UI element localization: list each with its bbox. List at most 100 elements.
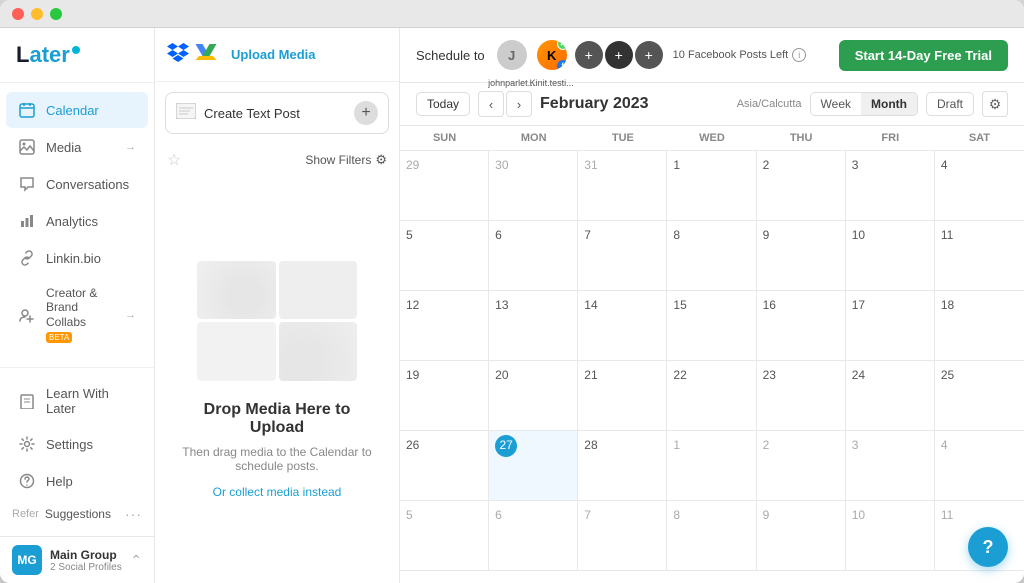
dropbox-icon[interactable]	[167, 42, 189, 67]
sidebar-item-settings[interactable]: Settings	[6, 426, 148, 462]
calendar-icon	[18, 101, 36, 119]
media-upload-area[interactable]: Drop Media Here to Upload Then drag medi…	[155, 176, 399, 583]
cal-cell-jan30[interactable]: 30	[489, 151, 578, 221]
trial-button[interactable]: Start 14-Day Free Trial	[839, 40, 1008, 71]
title-bar	[0, 0, 1024, 28]
creator-arrow: →	[125, 309, 136, 321]
cal-cell-feb21[interactable]: 21	[578, 361, 667, 431]
profile-kinit[interactable]: K f ✓ Kinit.testi...	[535, 38, 569, 72]
cal-cell-mar9[interactable]: 9	[757, 501, 846, 571]
profile-johnparlet[interactable]: J johnparlet...	[495, 38, 529, 72]
sidebar-item-creator[interactable]: Creator & BrandCollabs BETA →	[6, 277, 148, 353]
cal-cell-mar7[interactable]: 7	[578, 501, 667, 571]
draft-button[interactable]: Draft	[926, 92, 974, 116]
posts-left-text: 10 Facebook Posts Left	[673, 49, 789, 61]
minimize-button[interactable]	[31, 8, 43, 20]
suggestions-link[interactable]: Suggestions	[45, 507, 119, 521]
today-button[interactable]: Today	[416, 92, 470, 116]
cal-cell-feb20[interactable]: 20	[489, 361, 578, 431]
info-icon[interactable]: i	[792, 48, 806, 62]
add-profile-button-3[interactable]: +	[635, 41, 663, 69]
cal-cell-feb25[interactable]: 25	[935, 361, 1024, 431]
cal-cell-feb26[interactable]: 26	[400, 431, 489, 501]
cal-cell-feb11[interactable]: 11	[935, 221, 1024, 291]
maximize-button[interactable]	[50, 8, 62, 20]
cal-cell-mar10[interactable]: 10	[846, 501, 935, 571]
profile-avatar-1[interactable]: J	[495, 38, 529, 72]
add-profile-button-2[interactable]: +	[605, 41, 633, 69]
cal-cell-feb9[interactable]: 9	[757, 221, 846, 291]
create-text-post-button[interactable]: Create Text Post +	[165, 92, 389, 134]
add-profile-button-1[interactable]: +	[575, 41, 603, 69]
cal-cell-feb17[interactable]: 17	[846, 291, 935, 361]
cal-cell-feb8[interactable]: 8	[667, 221, 756, 291]
linkinbio-label: Linkin.bio	[46, 251, 101, 266]
cal-cell-feb5[interactable]: 5	[400, 221, 489, 291]
cal-cell-feb24[interactable]: 24	[846, 361, 935, 431]
sidebar-item-help[interactable]: Help	[6, 463, 148, 499]
cal-cell-feb6[interactable]: 6	[489, 221, 578, 291]
profile-avatar-2[interactable]: K f ✓	[535, 38, 569, 72]
cal-cell-feb1[interactable]: 1	[667, 151, 756, 221]
cal-cell-feb10[interactable]: 10	[846, 221, 935, 291]
gdrive-icon[interactable]	[195, 42, 217, 67]
dots-menu[interactable]: ···	[125, 506, 142, 522]
cal-cell-feb16[interactable]: 16	[757, 291, 846, 361]
cal-cell-mar3[interactable]: 3	[846, 431, 935, 501]
cal-cell-feb2[interactable]: 2	[757, 151, 846, 221]
star-icon[interactable]: ☆	[167, 150, 181, 170]
cal-cell-feb13[interactable]: 13	[489, 291, 578, 361]
create-post-label: Create Text Post	[204, 106, 346, 121]
prev-month-button[interactable]: ‹	[478, 91, 504, 117]
media-arrow: →	[125, 141, 136, 153]
cal-cell-feb12[interactable]: 12	[400, 291, 489, 361]
cal-cell-mar2[interactable]: 2	[757, 431, 846, 501]
cal-cell-feb7[interactable]: 7	[578, 221, 667, 291]
sidebar-item-linkinbio[interactable]: Linkin.bio	[6, 240, 148, 276]
schedule-to-label: Schedule to	[416, 48, 485, 63]
settings-icon	[18, 435, 36, 453]
cal-cell-mar8[interactable]: 8	[667, 501, 756, 571]
cal-cell-mar6[interactable]: 6	[489, 501, 578, 571]
footer-text: Main Group 2 Social Profiles	[50, 548, 122, 573]
sidebar-footer[interactable]: MG Main Group 2 Social Profiles ⌃	[0, 536, 154, 583]
sidebar-item-learn[interactable]: Learn With Later	[6, 377, 148, 425]
upload-media-button[interactable]: Upload Media	[231, 47, 316, 62]
suggestions-row: Refer Suggestions ···	[0, 500, 154, 528]
cal-cell-mar1[interactable]: 1	[667, 431, 756, 501]
add-post-icon[interactable]: +	[354, 101, 378, 125]
media-panel: Upload Media Create Text Post +	[155, 28, 400, 583]
calendar-settings-button[interactable]: ⚙	[982, 91, 1008, 117]
cal-cell-feb22[interactable]: 22	[667, 361, 756, 431]
cal-cell-feb18[interactable]: 18	[935, 291, 1024, 361]
cal-cell-jan31[interactable]: 31	[578, 151, 667, 221]
month-view-button[interactable]: Month	[861, 93, 917, 115]
settings-label: Settings	[46, 437, 93, 452]
help-fab-button[interactable]: ?	[968, 527, 1008, 567]
cal-cell-feb14[interactable]: 14	[578, 291, 667, 361]
sidebar-item-calendar[interactable]: Calendar	[6, 92, 148, 128]
cal-cell-feb19[interactable]: 19	[400, 361, 489, 431]
creator-icon	[18, 306, 36, 324]
sidebar-item-conversations[interactable]: Conversations	[6, 166, 148, 202]
sidebar-item-analytics[interactable]: Analytics	[6, 203, 148, 239]
close-button[interactable]	[12, 8, 24, 20]
cal-cell-jan29[interactable]: 29	[400, 151, 489, 221]
next-month-button[interactable]: ›	[506, 91, 532, 117]
cal-cell-feb4[interactable]: 4	[935, 151, 1024, 221]
sidebar-item-media[interactable]: Media →	[6, 129, 148, 165]
cal-cell-feb15[interactable]: 15	[667, 291, 756, 361]
cal-cell-mar4[interactable]: 4	[935, 431, 1024, 501]
show-filters-button[interactable]: Show Filters ⚙	[305, 152, 387, 168]
cal-cell-feb23[interactable]: 23	[757, 361, 846, 431]
day-header-thu: THU	[757, 126, 846, 151]
cal-cell-feb28[interactable]: 28	[578, 431, 667, 501]
cal-cell-feb3[interactable]: 3	[846, 151, 935, 221]
cal-cell-mar5[interactable]: 5	[400, 501, 489, 571]
collect-media-link[interactable]: Or collect media instead	[213, 485, 342, 499]
filter-row: ☆ Show Filters ⚙	[155, 144, 399, 176]
conversations-icon	[18, 175, 36, 193]
week-view-button[interactable]: Week	[811, 93, 861, 115]
app-window: Later Calendar	[0, 0, 1024, 583]
cal-cell-feb27[interactable]: 27	[489, 431, 578, 501]
